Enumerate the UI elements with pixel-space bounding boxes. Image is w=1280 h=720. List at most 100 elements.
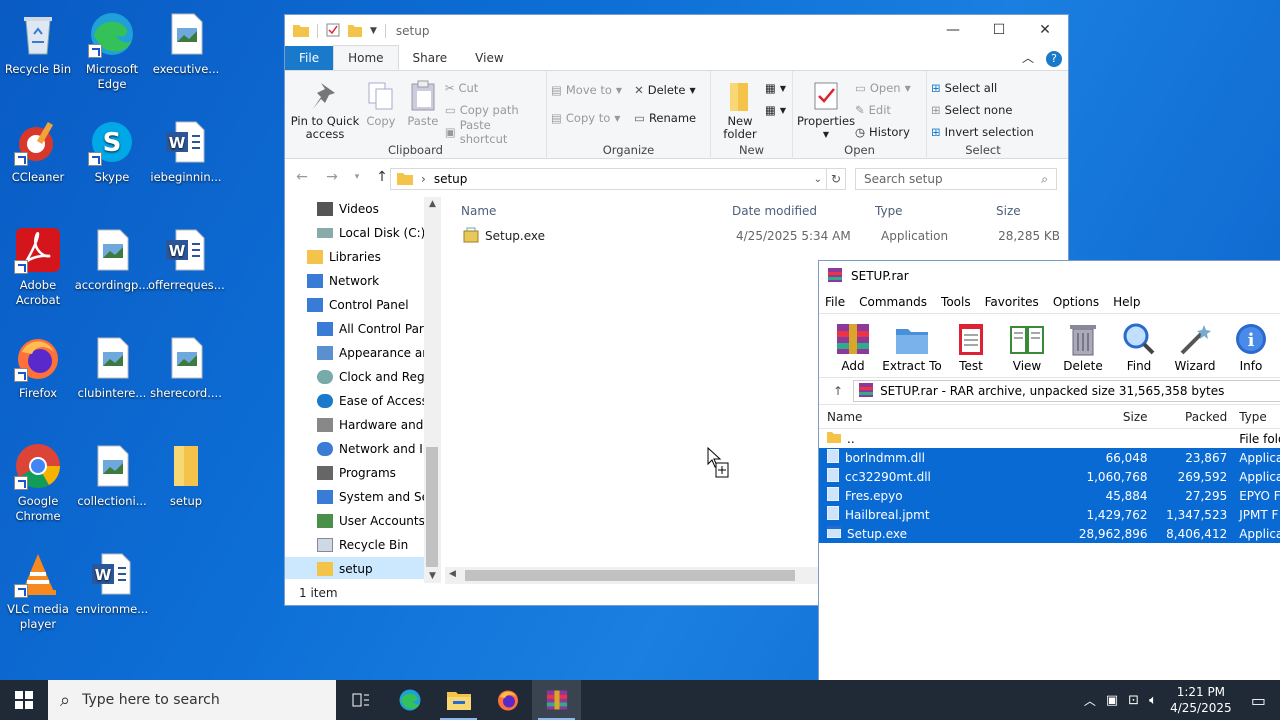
pin-quick-access-button[interactable]: Pin to Quick access [289,75,361,143]
easy-access-button[interactable]: ▦ ▼ [765,99,786,121]
desktop-icon-accordingp[interactable]: accordingp... [74,220,150,293]
cut-button[interactable]: ✂ Cut [445,77,542,99]
recent-chevron-icon[interactable]: ▾ [353,172,361,182]
wizard-button[interactable]: Wizard [1167,321,1223,377]
properties-quick-icon[interactable] [326,23,340,40]
desktop-icon-skype[interactable]: S Skype [74,112,150,185]
column-type[interactable]: Type [859,204,980,218]
desktop-icon-offerreques[interactable]: W offerreques... [148,220,225,293]
info-button[interactable]: i Info [1223,321,1279,377]
nav-item-setup[interactable]: setup [285,557,441,579]
menu-file[interactable]: File [825,295,845,309]
nav-scrollbar-thumb[interactable] [426,447,438,567]
nav-item-ease-of-access[interactable]: Ease of Access [285,389,441,413]
desktop-icon-sherecord[interactable]: sherecord.... [148,328,224,401]
breadcrumb[interactable]: setup [434,172,468,186]
select-all-button[interactable]: ⊞ Select all [931,77,1035,99]
menu-help[interactable]: Help [1113,295,1140,309]
back-arrow-icon[interactable]: ← [293,169,311,185]
desktop-icon-adobe-acrobat[interactable]: Adobe Acrobat [0,220,76,308]
find-button[interactable]: Find [1111,321,1167,377]
menu-favorites[interactable]: Favorites [985,295,1039,309]
volume-icon[interactable]: 🔈︎ [1149,693,1157,708]
maximize-icon[interactable]: ☐ [976,15,1022,45]
up-arrow-icon[interactable]: ↑ [833,384,843,398]
extract-to-button[interactable]: Extract To [881,321,943,377]
forward-arrow-icon[interactable]: → [323,169,341,185]
column-packed[interactable]: Packed [1152,410,1232,424]
desktop-icon-environme[interactable]: W environme... [74,544,150,617]
column-size[interactable]: Size [980,204,1060,218]
new-folder-quick-icon[interactable] [348,23,362,40]
nav-item-local-disk[interactable]: Local Disk (C:) [285,221,441,245]
taskbar-firefox[interactable] [483,680,532,720]
close-icon[interactable]: ✕ [1022,15,1068,45]
nav-item-appearance[interactable]: Appearance an [285,341,441,365]
tab-file[interactable]: File [285,46,334,70]
tab-share[interactable]: Share [399,46,462,70]
copy-button[interactable]: Copy [361,75,401,143]
move-to-button[interactable]: ▤ Move to ▼ [551,79,622,101]
nav-item-programs[interactable]: Programs [285,461,441,485]
file-row[interactable]: Setup.exe 4/25/2025 5:34 AM Application … [445,225,1065,247]
menu-commands[interactable]: Commands [859,295,927,309]
show-hidden-icons-icon[interactable]: ︿ [1084,692,1096,709]
desktop-icon-vlc[interactable]: VLC media player [0,544,76,632]
desktop-icon-firefox[interactable]: Firefox [0,328,76,401]
desktop-icon-iebeginnin[interactable]: W iebeginnin... [148,112,224,185]
menu-options[interactable]: Options [1053,295,1099,309]
nav-item-clock[interactable]: Clock and Regi [285,365,441,389]
delete-button[interactable]: ✕ Delete ▼ [634,79,696,101]
copy-to-button[interactable]: ▤ Copy to ▼ [551,107,622,129]
add-button[interactable]: Add [825,321,881,377]
properties-button[interactable]: Properties ▼ [797,75,855,143]
help-icon[interactable]: ? [1040,46,1068,70]
explorer-titlebar[interactable]: ▼ setup — ☐ ✕ [285,15,1068,47]
history-button[interactable]: ◷ History [855,121,911,143]
up-arrow-icon[interactable]: ↑ [373,169,391,185]
desktop-icon-collectioni[interactable]: collectioni... [74,436,150,509]
new-item-button[interactable]: ▦ ▼ [765,77,786,99]
archive-path-box[interactable]: SETUP.rar - RAR archive, unpacked size 3… [853,380,1280,402]
delete-archive-button[interactable]: Delete [1055,321,1111,377]
horizontal-scrollbar-thumb[interactable] [465,570,795,581]
notifications-icon[interactable]: ▭ [1251,691,1266,710]
chevron-down-icon[interactable]: ▼ [370,26,377,36]
paste-button[interactable]: Paste [401,75,445,143]
nav-item-user-accounts[interactable]: User Accounts [285,509,441,533]
winrar-titlebar[interactable]: SETUP.rar [819,261,1280,291]
start-button[interactable] [0,680,48,720]
new-folder-button[interactable]: New folder [715,75,765,141]
nav-item-videos[interactable]: Videos [285,197,441,221]
nav-scrollbar[interactable]: ▲ ▼ [424,197,441,583]
nav-item-hardware[interactable]: Hardware and [285,413,441,437]
archive-row[interactable]: borlndmm.dll 66,048 23,867 Applica [819,448,1280,467]
clock[interactable]: 1:21 PM 4/25/2025 [1167,684,1235,716]
minimize-icon[interactable]: — [930,15,976,45]
tab-home[interactable]: Home [333,45,399,70]
menu-tools[interactable]: Tools [941,295,971,309]
open-button[interactable]: ▭ Open ▼ [855,77,911,99]
column-size[interactable]: Size [1068,410,1152,424]
desktop-icon-microsoft-edge[interactable]: Microsoft Edge [74,4,150,92]
nav-item-control-panel[interactable]: Control Panel [285,293,441,317]
desktop-icon-clubintere[interactable]: clubintere... [74,328,150,401]
invert-selection-button[interactable]: ⊞ Invert selection [931,121,1035,143]
network-icon[interactable]: ⊡ [1128,693,1139,708]
paste-shortcut-button[interactable]: ▣ Paste shortcut [445,118,542,146]
address-dropdown-icon[interactable]: ⌄ [814,174,822,185]
taskbar-search-input[interactable]: ⌕ Type here to search [48,680,336,720]
parent-folder-row[interactable]: .. File folo [819,429,1280,448]
desktop-icon-ccleaner[interactable]: CCleaner [0,112,76,185]
column-name[interactable]: Name [445,204,716,218]
task-view-button[interactable] [336,680,385,720]
archive-row[interactable]: Hailbreal.jpmt 1,429,762 1,347,523 JPMT … [819,505,1280,524]
taskbar-file-explorer[interactable] [434,680,483,720]
device-icon[interactable]: ▣ [1106,693,1118,708]
desktop-icon-setup-folder[interactable]: setup [148,436,224,509]
search-input[interactable]: Search setup ⌕ [855,168,1057,190]
test-button[interactable]: Test [943,321,999,377]
nav-item-system[interactable]: System and Sec [285,485,441,509]
address-box[interactable]: › setup ⌄ [390,168,827,190]
nav-item-libraries[interactable]: Libraries [285,245,441,269]
